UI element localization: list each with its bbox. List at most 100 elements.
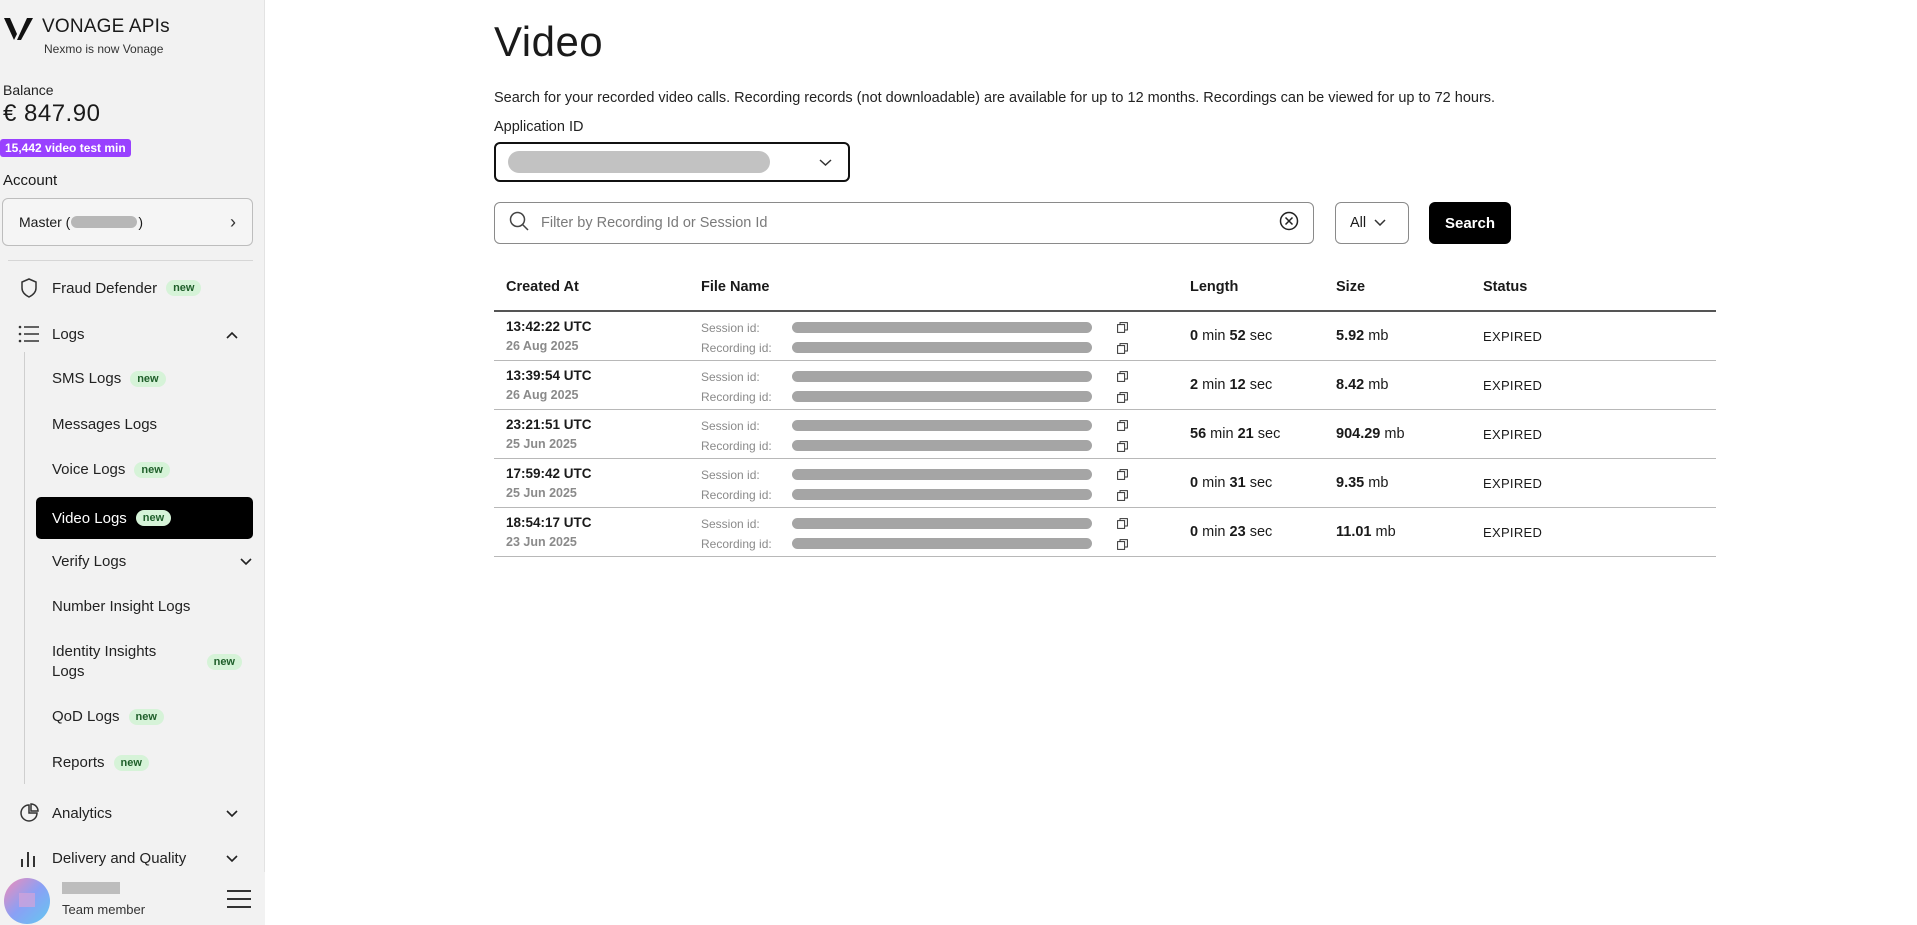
balance-value: € 847.90 [3, 100, 101, 127]
recording-length: 56 min 21 sec [1190, 426, 1280, 442]
table-body: 13:42:22 UTC 26 Aug 2025 Session id: Rec… [494, 312, 1716, 557]
page-description: Search for your recorded video calls. Re… [494, 90, 1496, 106]
session-id-redacted [792, 322, 1092, 333]
account-id-redacted [71, 216, 138, 228]
new-badge: new [128, 708, 164, 725]
brand-subtitle: Nexmo is now Vonage [44, 42, 164, 56]
session-id-redacted [792, 469, 1092, 480]
hamburger-menu-icon[interactable] [227, 890, 251, 914]
chevron-down-icon [226, 805, 238, 822]
application-id-select[interactable] [494, 142, 850, 182]
new-badge: new [130, 370, 166, 387]
length-min-unit: min [1202, 475, 1226, 491]
nav-reports[interactable]: Reports new [52, 754, 149, 771]
table-row[interactable]: 23:21:51 UTC 25 Jun 2025 Session id: Rec… [494, 410, 1716, 459]
recordings-table: Created At File Name Length Size Status … [494, 272, 1716, 557]
nav-voice-logs[interactable]: Voice Logs new [52, 461, 170, 478]
copy-icon[interactable] [1117, 488, 1128, 501]
header-file-name: File Name [701, 279, 770, 295]
recording-length: 0 min 52 sec [1190, 328, 1272, 344]
new-badge: new [166, 280, 202, 296]
size-unit: mb [1368, 377, 1389, 393]
recording-length: 2 min 12 sec [1190, 377, 1272, 393]
header-size: Size [1336, 279, 1366, 295]
filter-select[interactable]: All [1335, 202, 1409, 244]
nav-verify-logs[interactable]: Verify Logs [52, 553, 252, 570]
table-row[interactable]: 17:59:42 UTC 25 Jun 2025 Session id: Rec… [494, 459, 1716, 508]
session-id-label: Session id: [701, 468, 760, 482]
nav-fraud-defender[interactable]: Fraud Defender new [18, 277, 202, 299]
length-seconds: 52 [1229, 328, 1246, 344]
created-time: 13:39:54 UTC [506, 368, 592, 383]
search-input[interactable] [541, 215, 1279, 231]
avatar[interactable] [4, 878, 50, 924]
created-time: 17:59:42 UTC [506, 466, 592, 481]
clear-icon[interactable] [1279, 211, 1299, 236]
nav-sms-logs[interactable]: SMS Logs new [52, 370, 166, 387]
header-created-at: Created At [506, 279, 579, 295]
recording-id-redacted [792, 342, 1092, 353]
chevron-down-icon [240, 553, 252, 570]
brand[interactable]: VONAGE APIs Nexmo is now Vonage [4, 16, 170, 56]
nav-reports-label: Reports [52, 754, 105, 771]
recording-size: 9.35 mb [1336, 475, 1388, 491]
table-row[interactable]: 18:54:17 UTC 23 Jun 2025 Session id: Rec… [494, 508, 1716, 557]
recording-id-label: Recording id: [701, 439, 772, 453]
search-button[interactable]: Search [1429, 202, 1511, 244]
copy-icon[interactable] [1117, 516, 1128, 529]
length-seconds: 12 [1229, 377, 1246, 393]
new-badge: new [135, 510, 172, 526]
size-value: 9.35 [1336, 475, 1365, 491]
copy-icon[interactable] [1117, 320, 1128, 333]
session-id-label: Session id: [701, 419, 760, 433]
session-id-label: Session id: [701, 321, 760, 335]
session-id-label: Session id: [701, 517, 760, 531]
copy-icon[interactable] [1117, 537, 1128, 550]
nav-number-insight-logs[interactable]: Number Insight Logs [52, 598, 190, 615]
nav-messages-logs[interactable]: Messages Logs [52, 416, 157, 433]
copy-icon[interactable] [1117, 390, 1128, 403]
copy-icon[interactable] [1117, 467, 1128, 480]
nav-delivery-quality[interactable]: Delivery and Quality [18, 847, 238, 869]
nav-messages-logs-label: Messages Logs [52, 416, 158, 433]
nav-identity-insights-logs[interactable]: Identity Insights Logs new [52, 642, 242, 682]
nav-fraud-defender-label: Fraud Defender [52, 279, 158, 297]
recording-id-redacted [792, 440, 1092, 451]
shield-icon [18, 277, 40, 299]
account-selector[interactable]: Master () › [2, 198, 253, 246]
copy-icon[interactable] [1117, 439, 1128, 452]
length-seconds: 21 [1237, 426, 1254, 442]
search-icon [509, 211, 529, 236]
chevron-right-icon: › [230, 211, 236, 232]
nav-qod-logs[interactable]: QoD Logs new [52, 708, 164, 725]
created-date: 26 Aug 2025 [506, 339, 579, 353]
created-time: 13:42:22 UTC [506, 319, 592, 334]
new-badge: new [113, 754, 149, 771]
size-value: 5.92 [1336, 328, 1365, 344]
session-id-redacted [792, 371, 1092, 382]
recording-status: EXPIRED [1483, 329, 1543, 344]
user-footer: Team member [0, 872, 265, 925]
table-row[interactable]: 13:42:22 UTC 26 Aug 2025 Session id: Rec… [494, 312, 1716, 361]
table-row[interactable]: 13:39:54 UTC 26 Aug 2025 Session id: Rec… [494, 361, 1716, 410]
nav-logs[interactable]: Logs [18, 323, 238, 345]
nav-video-logs-label: Video Logs [52, 509, 127, 527]
length-sec-unit: sec [1249, 524, 1273, 540]
page-title: Video [494, 18, 604, 65]
recording-length: 0 min 23 sec [1190, 524, 1272, 540]
nav-sms-logs-label: SMS Logs [52, 370, 122, 387]
length-min-unit: min [1202, 524, 1226, 540]
sidebar: VONAGE APIs Nexmo is now Vonage Balance … [0, 0, 265, 925]
size-value: 904.29 [1336, 426, 1381, 442]
bar-chart-icon [18, 847, 40, 869]
copy-icon[interactable] [1117, 369, 1128, 382]
recording-id-label: Recording id: [701, 390, 772, 404]
copy-icon[interactable] [1117, 341, 1128, 354]
nav-analytics[interactable]: Analytics [18, 802, 238, 824]
length-minutes: 0 [1190, 524, 1199, 540]
length-minutes: 2 [1190, 377, 1199, 393]
length-minutes: 0 [1190, 328, 1199, 344]
copy-icon[interactable] [1117, 418, 1128, 431]
nav-video-logs[interactable]: Video Logs new [36, 497, 253, 539]
account-prefix: Master ( [19, 214, 71, 230]
